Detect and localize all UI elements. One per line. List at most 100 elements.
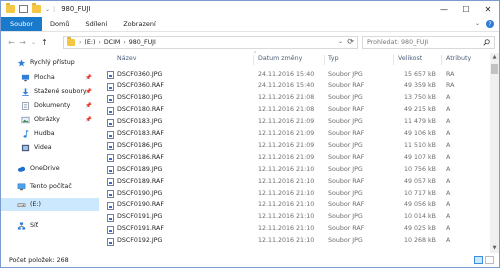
breadcrumb-dcim[interactable]: DCIM	[104, 39, 121, 46]
tab-domu[interactable]: Domů	[42, 17, 77, 31]
download-icon	[22, 87, 29, 96]
maximize-button[interactable]: ☐	[455, 1, 477, 17]
refresh-icon[interactable]: ⟳	[347, 37, 354, 46]
file-type: Soubor JPG	[328, 189, 363, 197]
breadcrumb-drive[interactable]: (E:)	[84, 39, 95, 46]
new-folder-icon[interactable]	[32, 3, 41, 13]
sidebar-item-plocha[interactable]: Plocha 📌	[1, 71, 99, 84]
file-date: 24.11.2016 15:40	[258, 82, 315, 90]
table-row[interactable]: DSCF0183.RAF 12.11.2016 21:09 Soubor RAF 49…	[103, 129, 489, 141]
properties-icon[interactable]	[19, 5, 28, 13]
folder-icon	[67, 37, 75, 46]
file-type: Soubor RAF	[328, 153, 365, 161]
file-date: 12.11.2016 21:10	[258, 165, 315, 173]
table-row[interactable]: DSCF0360.JPG 24.11.2016 15:40 Soubor JPG 15…	[103, 69, 489, 81]
table-row[interactable]: DSCF0191.JPG 12.11.2016 21:10 Soubor JPG 10…	[103, 212, 489, 224]
address-bar[interactable]: › (E:) › DCIM › 980_FUJI ⌄ ⟳	[63, 36, 358, 49]
pin-icon[interactable]: 📌	[85, 75, 92, 81]
close-button[interactable]: ✕	[477, 1, 499, 17]
customize-toolbar-icon[interactable]: ⌄	[45, 6, 50, 13]
sidebar-item-label: OneDrive	[30, 165, 60, 172]
file-size: 49 359 kB	[403, 82, 436, 90]
table-row[interactable]: DSCF0186.RAF 12.11.2016 21:09 Soubor RAF 49…	[103, 152, 489, 164]
large-icons-view-icon[interactable]	[485, 256, 494, 264]
table-row[interactable]: DSCF0191.RAF 12.11.2016 21:10 Soubor RAF 49…	[103, 224, 489, 236]
sidebar-item-obrazky[interactable]: Obrázky 📌	[1, 113, 99, 126]
expand-ribbon-icon[interactable]: ⌄	[475, 20, 480, 28]
file-attributes: A	[446, 237, 451, 245]
search-box[interactable]	[362, 36, 495, 49]
scroll-up-icon[interactable]: ▲	[490, 53, 499, 62]
table-row[interactable]: DSCF0190.JPG 12.11.2016 21:10 Soubor JPG 10…	[103, 188, 489, 200]
image-file-icon	[107, 118, 114, 127]
file-name: DSCF0186.RAF	[117, 153, 164, 161]
column-divider[interactable]	[393, 55, 394, 65]
column-header-type[interactable]: Typ	[328, 55, 339, 66]
title-bar[interactable]: ⌄ | 980_FUJI — ☐ ✕	[1, 1, 499, 17]
back-arrow-icon[interactable]: ←	[6, 38, 17, 47]
file-date: 12.11.2016 21:10	[258, 177, 315, 185]
view-toggles	[474, 256, 494, 264]
sidebar-item-label: Tento počítač	[30, 183, 72, 190]
sidebar-item-hudba[interactable]: Hudba	[1, 127, 99, 140]
file-attributes: A	[446, 118, 451, 126]
column-divider[interactable]	[253, 55, 254, 65]
table-row[interactable]: DSCF0190.RAF 12.11.2016 21:10 Soubor RAF 49…	[103, 200, 489, 212]
minimize-button[interactable]: —	[433, 1, 455, 17]
column-divider[interactable]	[441, 55, 442, 65]
sidebar-item-label: Rychlý přístup	[30, 59, 75, 66]
sidebar-item-dokumenty[interactable]: Dokumenty 📌	[1, 99, 99, 112]
file-type: Soubor RAF	[328, 130, 365, 137]
column-header-size[interactable]: Velikost	[398, 55, 422, 66]
file-size: 13 750 kB	[403, 94, 436, 102]
sidebar-item-tento-pocitac[interactable]: Tento počítač	[1, 180, 99, 193]
sidebar-item-videa[interactable]: Videa	[1, 141, 99, 154]
table-row[interactable]: DSCF0183.JPG 12.11.2016 21:09 Soubor JPG 11…	[103, 117, 489, 129]
details-view-icon[interactable]	[474, 256, 483, 264]
recent-locations-icon[interactable]: ⌄	[28, 39, 39, 46]
breadcrumb-980-fuji[interactable]: 980_FUJI	[129, 39, 156, 46]
table-row[interactable]: DSCF0189.JPG 12.11.2016 21:10 Soubor JPG 10…	[103, 164, 489, 176]
file-size: 49 215 kB	[403, 106, 436, 114]
tab-zobrazeni[interactable]: Zobrazení	[115, 17, 164, 31]
image-file-icon	[107, 201, 114, 210]
file-date: 12.11.2016 21:09	[258, 130, 315, 137]
table-row[interactable]: DSCF0186.JPG 12.11.2016 21:09 Soubor JPG 11…	[103, 140, 489, 152]
column-divider[interactable]	[324, 55, 325, 65]
up-arrow-icon[interactable]: ↑	[39, 38, 50, 47]
scroll-down-icon[interactable]: ▼	[490, 244, 499, 253]
explorer-window: ⌄ | 980_FUJI — ☐ ✕ Soubor Domů Sdílení Z…	[0, 0, 500, 268]
forward-arrow-icon[interactable]: →	[17, 38, 28, 47]
table-row[interactable]: DSCF0360.RAF 24.11.2016 15:40 Soubor RAF 49…	[103, 81, 489, 93]
file-type: Soubor RAF	[328, 201, 365, 209]
address-dropdown-icon[interactable]: ⌄	[338, 38, 343, 45]
tab-sdileni[interactable]: Sdílení	[77, 17, 115, 31]
tab-soubor[interactable]: Soubor	[1, 17, 42, 31]
file-name: DSCF0186.JPG	[117, 141, 163, 149]
file-size: 10 756 kB	[403, 165, 436, 173]
table-row[interactable]: DSCF0180.RAF 12.11.2016 21:08 Soubor RAF 49…	[103, 105, 489, 117]
search-input[interactable]	[367, 39, 477, 46]
table-row[interactable]: DSCF0189.RAF 12.11.2016 21:10 Soubor RAF 49…	[103, 176, 489, 188]
sidebar-item-stazene-soubory[interactable]: Stažené soubory 📌	[1, 85, 99, 98]
pin-icon[interactable]: 📌	[85, 117, 92, 123]
column-header-attributes[interactable]: Atributy	[446, 55, 471, 66]
sidebar-item-drive-e[interactable]: (E:)	[1, 198, 99, 211]
image-file-icon	[107, 82, 114, 91]
column-header-name[interactable]: Název	[117, 55, 136, 66]
table-row[interactable]: DSCF0192.JPG 12.11.2016 21:10 Soubor JPG 10…	[103, 236, 489, 248]
vertical-scrollbar[interactable]: ▲ ▼	[490, 53, 499, 253]
file-date: 12.11.2016 21:10	[258, 213, 315, 221]
table-row[interactable]: DSCF0180.JPG 12.11.2016 21:08 Soubor JPG 13…	[103, 93, 489, 105]
column-header-date[interactable]: Datum změny	[258, 55, 302, 66]
help-icon[interactable]: ?	[486, 20, 494, 28]
sidebar-item-quick-access[interactable]: Rychlý přístup	[1, 56, 99, 69]
file-date: 12.11.2016 21:09	[258, 118, 315, 126]
pin-icon[interactable]: 📌	[85, 89, 92, 95]
file-name: DSCF0189.RAF	[117, 177, 164, 185]
sidebar-item-onedrive[interactable]: OneDrive	[1, 162, 99, 175]
music-icon	[23, 129, 29, 138]
pin-icon[interactable]: 📌	[85, 103, 92, 109]
sidebar-item-sit[interactable]: Síť	[1, 219, 99, 232]
scroll-thumb[interactable]	[491, 64, 498, 74]
